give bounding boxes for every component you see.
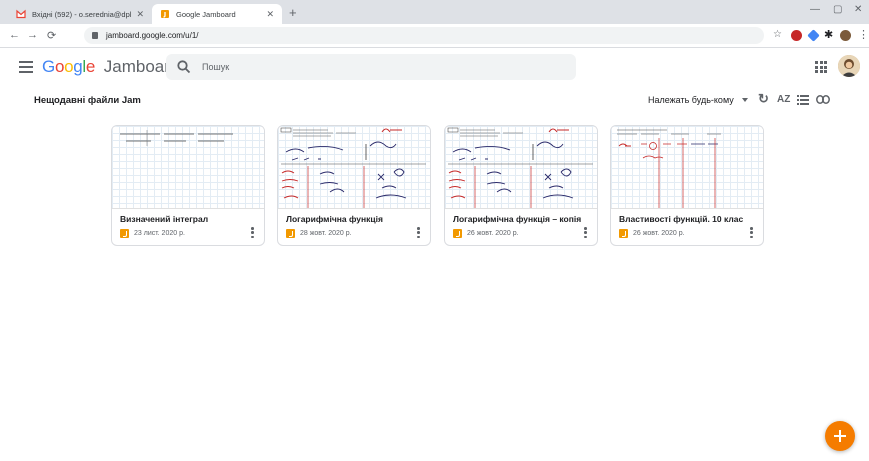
link-icon[interactable] xyxy=(816,95,830,104)
chevron-down-icon xyxy=(741,98,748,102)
tab-title: Google Jamboard xyxy=(176,9,236,19)
file-name: Визначений інтеграл xyxy=(120,214,209,224)
maximize-icon[interactable]: ▢ xyxy=(833,4,842,15)
jamboard-file-icon xyxy=(453,229,462,238)
file-thumbnail xyxy=(445,126,597,209)
browser-toolbar: ← → ⟳ jamboard.google.com/u/1/ ☆ ✱ ⋮ xyxy=(0,24,869,48)
file-card[interactable]: Властивості функцій. 10 клас 26 жовт. 20… xyxy=(610,125,764,246)
more-options-icon[interactable] xyxy=(750,227,753,238)
extension-red-icon[interactable] xyxy=(791,30,802,41)
file-name: Логарифмічна функція – копія xyxy=(453,214,582,224)
file-card[interactable]: Визначений інтеграл 23 лист. 2020 р. xyxy=(111,125,265,246)
refresh-icon[interactable]: ↻ xyxy=(758,91,769,107)
minimize-icon[interactable]: — xyxy=(810,4,820,15)
list-view-icon[interactable] xyxy=(797,95,809,105)
profile-avatar-icon[interactable] xyxy=(840,30,851,41)
file-meta: 28 жовт. 2020 р. xyxy=(286,229,352,238)
file-date: 23 лист. 2020 р. xyxy=(134,230,185,237)
new-jam-button[interactable] xyxy=(825,421,855,451)
reload-icon[interactable]: ⟳ xyxy=(47,29,56,42)
jamboard-file-icon xyxy=(120,229,129,238)
file-thumbnail xyxy=(611,126,763,209)
more-options-icon[interactable] xyxy=(251,227,254,238)
new-tab-button[interactable]: + xyxy=(289,5,297,20)
file-date: 28 жовт. 2020 р. xyxy=(300,230,352,237)
jamboard-file-icon xyxy=(619,229,628,238)
url-text: jamboard.google.com/u/1/ xyxy=(106,31,199,40)
close-icon[interactable]: ✕ xyxy=(136,9,144,20)
extension-blue-icon[interactable] xyxy=(807,29,820,42)
owner-filter-label: Належать будь-кому xyxy=(648,95,734,105)
extensions-puzzle-icon[interactable]: ✱ xyxy=(824,28,833,41)
google-apps-icon[interactable] xyxy=(815,61,827,73)
avatar-image xyxy=(838,55,860,77)
file-meta: 26 жовт. 2020 р. xyxy=(453,229,519,238)
file-meta: 23 лист. 2020 р. xyxy=(120,229,185,238)
file-name: Логарифмічна функція xyxy=(286,214,383,224)
search-icon xyxy=(177,60,191,74)
browser-menu-icon[interactable]: ⋮ xyxy=(858,28,869,41)
jamboard-logo[interactable]: Google Jamboard xyxy=(42,57,179,77)
bookmark-star-icon[interactable]: ☆ xyxy=(773,29,782,40)
google-logo-text: Google xyxy=(42,57,96,76)
file-thumbnail xyxy=(112,126,264,209)
thumbnail-sketch xyxy=(120,130,233,146)
tab-jamboard[interactable]: Google Jamboard ✕ xyxy=(152,4,282,24)
forward-icon[interactable]: → xyxy=(27,29,38,41)
thumbnail-sketch xyxy=(280,127,426,208)
lock-icon xyxy=(92,32,98,39)
thumbnail-sketch xyxy=(617,129,721,208)
main-menu-icon[interactable] xyxy=(19,61,33,73)
file-date: 26 жовт. 2020 р. xyxy=(467,230,519,237)
file-meta: 26 жовт. 2020 р. xyxy=(619,229,685,238)
back-icon[interactable]: ← xyxy=(9,29,20,41)
more-options-icon[interactable] xyxy=(584,227,587,238)
window-close-icon[interactable]: ✕ xyxy=(854,4,862,15)
tab-title: Вхідні (592) - o.serednia@dpl.uk xyxy=(32,9,133,19)
thumbnail-sketch xyxy=(447,127,593,208)
file-card[interactable]: Логарифмічна функція – копія 26 жовт. 20… xyxy=(444,125,598,246)
owner-filter-dropdown[interactable]: Належать будь-кому xyxy=(648,95,748,105)
page-title: Нещодавні файли Jam xyxy=(34,95,141,106)
gmail-icon xyxy=(16,9,26,19)
jamboard-icon xyxy=(161,10,169,18)
file-card[interactable]: Логарифмічна функція 28 жовт. 2020 р. xyxy=(277,125,431,246)
file-date: 26 жовт. 2020 р. xyxy=(633,230,685,237)
search-placeholder: Пошук xyxy=(202,62,230,72)
more-options-icon[interactable] xyxy=(417,227,420,238)
browser-tab-strip: Вхідні (592) - o.serednia@dpl.uk ✕ Googl… xyxy=(0,0,869,24)
tab-gmail[interactable]: Вхідні (592) - o.serednia@dpl.uk ✕ xyxy=(8,4,152,24)
sort-az-icon[interactable]: AZ xyxy=(777,94,790,105)
file-name: Властивості функцій. 10 клас xyxy=(619,214,744,224)
app-header: Google Jamboard Пошук xyxy=(0,49,869,87)
address-bar[interactable]: jamboard.google.com/u/1/ xyxy=(84,27,764,44)
jamboard-file-icon xyxy=(286,229,295,238)
search-input[interactable]: Пошук xyxy=(166,54,576,80)
close-icon[interactable]: ✕ xyxy=(266,9,274,20)
account-avatar[interactable] xyxy=(838,55,860,77)
file-thumbnail xyxy=(278,126,430,209)
